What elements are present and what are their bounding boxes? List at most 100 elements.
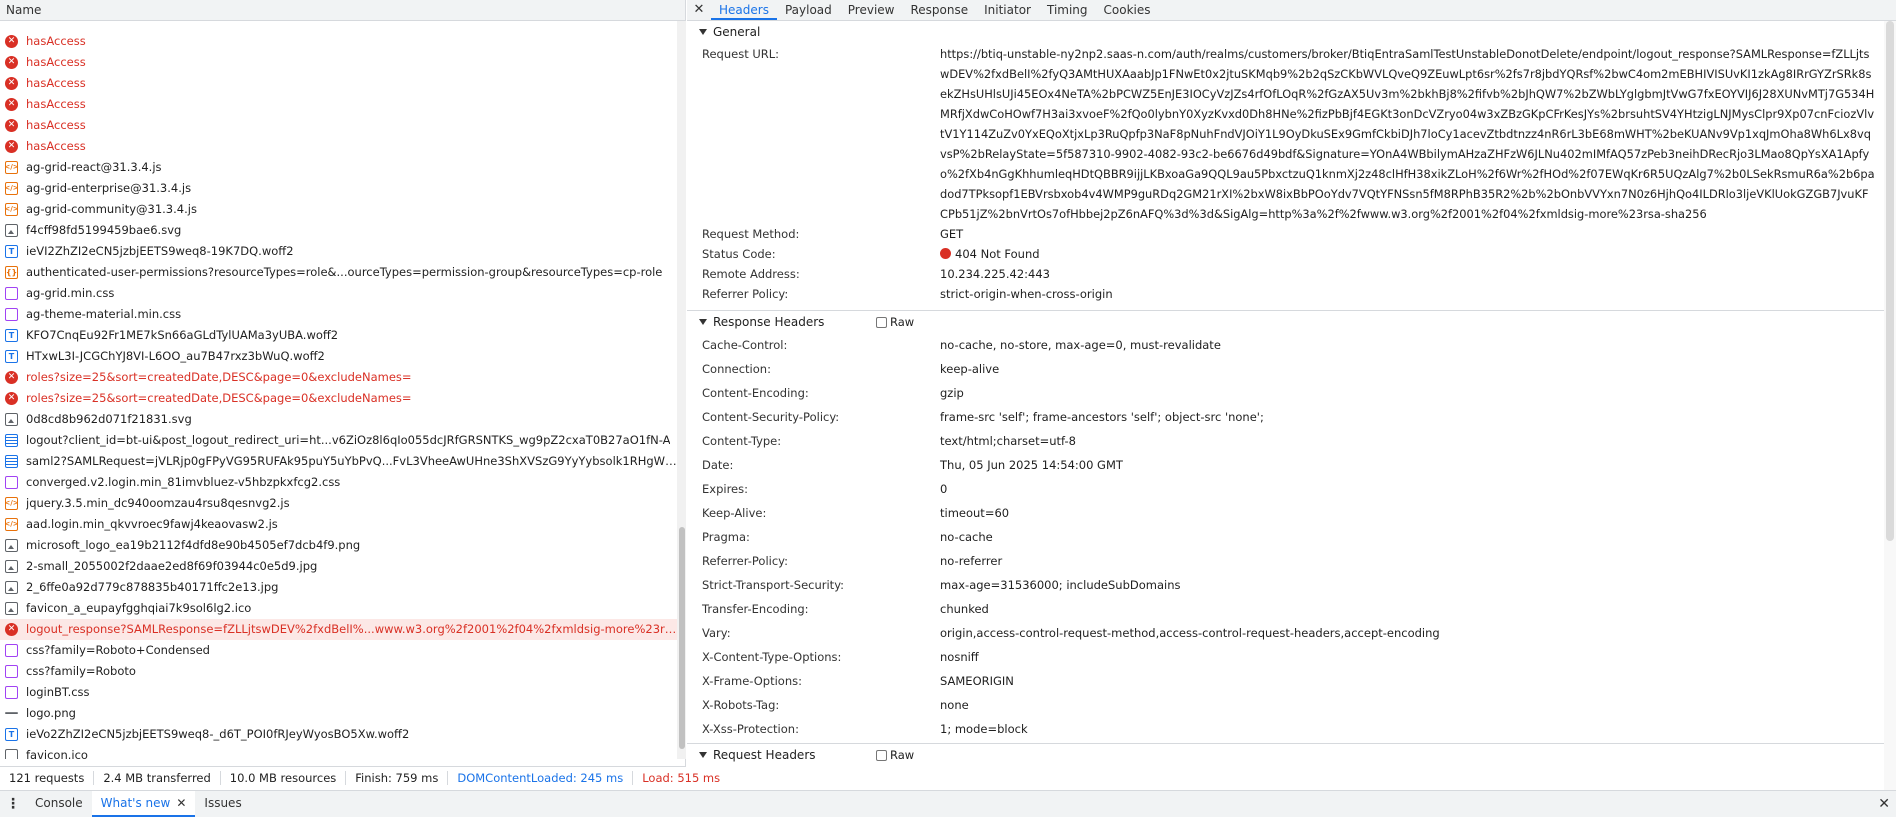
request-name: HTxwL3I-JCGChYJ8VI-L6OO_au7B47rxz3bWuQ.w… xyxy=(26,349,325,363)
request-name: roles?size=25&sort=createdDate,DESC&page… xyxy=(26,370,412,384)
request-name: logo.png xyxy=(26,706,76,720)
general-section: Request URL: https://btiq-unstable-ny2np… xyxy=(687,44,1884,304)
request-row[interactable]: </> jquery.3.5.min_dc940oomzau4rsu8qesnvg… xyxy=(0,493,677,514)
request-list[interactable]: ✕ hasAccess ✕ hasAccess ✕ hasAccess ✕ hasAccess… xyxy=(0,21,677,759)
response-header-row: Connection: keep-alive xyxy=(687,357,1884,381)
tab-response[interactable]: Response xyxy=(902,0,976,20)
request-row[interactable]: f4cff98fd5199459bae6.svg xyxy=(0,220,677,241)
error-icon: ✕ xyxy=(5,98,18,111)
response-header-row: Content-Type: text/html;charset=utf-8 xyxy=(687,429,1884,453)
request-row[interactable]: ✕ hasAccess xyxy=(0,31,677,52)
request-headers-raw-toggle[interactable]: Raw xyxy=(876,744,914,766)
request-row[interactable]: loginBT.css xyxy=(0,682,677,703)
request-row[interactable]: favicon.ico xyxy=(0,745,677,759)
request-row[interactable]: 2_6ffe0a92d779c878835b40171ffc2e13.jpg xyxy=(0,577,677,598)
response-header-row: Referrer-Policy: no-referrer xyxy=(687,549,1884,573)
tab-headers[interactable]: Headers xyxy=(711,0,777,20)
script-file-icon: </> xyxy=(4,182,19,195)
request-row[interactable]: {} authenticated-user-permissions?resourc… xyxy=(0,262,677,283)
request-row[interactable]: logout?client_id=bt-ui&post_logout_redir… xyxy=(0,430,677,451)
tab-initiator[interactable]: Initiator xyxy=(976,0,1039,20)
tab-payload[interactable]: Payload xyxy=(777,0,840,20)
response-header-value: frame-src 'self'; frame-ancestors 'self'… xyxy=(940,410,1264,424)
request-row[interactable]: </> aad.login.min_qkvvroec9fawj4keaovasw2… xyxy=(0,514,677,535)
tab-preview[interactable]: Preview xyxy=(840,0,903,20)
response-headers-raw-toggle[interactable]: Raw xyxy=(876,311,914,333)
general-section-title: General xyxy=(713,25,761,39)
summary-transferred: 2.4 MB transferred xyxy=(94,771,221,785)
raw-checkbox[interactable] xyxy=(876,317,887,328)
expand-triangle-icon xyxy=(699,752,707,758)
status-code-label: Status Code: xyxy=(702,247,776,261)
request-name: saml2?SAMLRequest=jVLRjp0gFPyVG95RUFAk95… xyxy=(26,454,677,468)
request-row[interactable]: saml2?SAMLRequest=jVLRjp0gFPyVG95RUFAk95… xyxy=(0,451,677,472)
remote-address-label: Remote Address: xyxy=(702,267,800,281)
request-row[interactable]: css?family=Roboto xyxy=(0,661,677,682)
request-row[interactable]: 0d8cd8b962d071f21831.svg xyxy=(0,409,677,430)
request-row[interactable]: ✕ roles?size=25&sort=createdDate,DESC&pag… xyxy=(0,388,677,409)
drawer-tab-console[interactable]: Console xyxy=(26,791,92,817)
drawer-tab-whats-new[interactable]: What's new ✕ xyxy=(91,791,196,817)
request-headers-section-header[interactable]: Request Headers Raw xyxy=(687,743,1884,766)
image-placeholder-icon: — xyxy=(4,705,19,721)
request-name: ieVo2ZhZI2eCN5jzbjEETS9weq8-_d6T_POI0fRJ… xyxy=(26,727,410,741)
request-row[interactable]: </> ag-grid-enterprise@31.3.4.js xyxy=(0,178,677,199)
request-name: ieVI2ZhZI2eCN5jzbjEETS9weq8-19K7DQ.woff2 xyxy=(26,244,294,258)
close-tab-icon[interactable]: ✕ xyxy=(176,796,186,810)
general-section-header[interactable]: General xyxy=(687,21,1884,44)
request-row[interactable]: ag-theme-material.min.css xyxy=(0,304,677,325)
request-method-value: GET xyxy=(940,227,964,241)
request-row[interactable]: css?family=Roboto+Condensed xyxy=(0,640,677,661)
request-list-pane: Name ✕ hasAccess ✕ hasAccess ✕ hasAccess ✕ hasA… xyxy=(0,0,686,770)
font-file-icon: T xyxy=(5,728,18,741)
tab-cookies[interactable]: Cookies xyxy=(1096,0,1159,20)
drawer-menu-icon[interactable]: ⋮ xyxy=(0,791,26,817)
request-row[interactable]: ✕ hasAccess xyxy=(0,52,677,73)
headers-view: General Request URL: https://btiq-unstab… xyxy=(687,21,1884,790)
response-header-name: Referrer-Policy: xyxy=(702,554,789,568)
error-icon: ✕ xyxy=(5,119,18,132)
raw-checkbox[interactable] xyxy=(876,750,887,761)
request-row[interactable]: microsoft_logo_ea19b2112f4dfd8e90b4505ef… xyxy=(0,535,677,556)
request-name: ag-grid-enterprise@31.3.4.js xyxy=(26,181,192,195)
close-drawer-icon[interactable]: ✕ xyxy=(1878,791,1890,817)
script-file-icon: </> xyxy=(4,518,19,531)
request-row[interactable]: — logo.png xyxy=(0,703,677,724)
network-summary-bar: 121 requests 2.4 MB transferred 10.0 MB re… xyxy=(0,766,720,789)
request-row[interactable]: TieVI2ZhZI2eCN5jzbjEETS9weq8-19K7DQ.woff… xyxy=(0,241,677,262)
request-row[interactable]: TieVo2ZhZI2eCN5jzbjEETS9weq8-_d6T_POI0fR… xyxy=(0,724,677,745)
close-details-icon[interactable]: ✕ xyxy=(687,0,711,20)
error-icon: ✕ xyxy=(5,77,18,90)
request-row[interactable]: ✕ hasAccess xyxy=(0,136,677,157)
request-row[interactable]: converged.v2.login.min_81imvbluez-v5hbzp… xyxy=(0,472,677,493)
details-scrollbar-thumb[interactable] xyxy=(1886,21,1894,541)
drawer-tab-issues[interactable]: Issues xyxy=(195,791,250,817)
request-row[interactable]: ✕ logout_response?SAMLResponse=fZLLjtswDE… xyxy=(0,619,677,640)
response-header-value: 0 xyxy=(940,482,948,496)
request-name: logout?client_id=bt-ui&post_logout_redir… xyxy=(26,433,671,447)
request-row[interactable]: 2-small_2055002f2daae2ed8f69f03944c0e5d9… xyxy=(0,556,677,577)
request-row[interactable]: T KFO7CnqEu92Fr1ME7kSn66aGLdTylUAMa3yUBA.… xyxy=(0,325,677,346)
response-header-value: max-age=31536000; includeSubDomains xyxy=(940,578,1181,592)
response-header-value: timeout=60 xyxy=(940,506,1010,520)
request-row[interactable]: </> ag-grid-react@31.3.4.js xyxy=(0,157,677,178)
response-headers-section-header[interactable]: Response Headers Raw xyxy=(687,310,1884,333)
request-row[interactable]: favicon_a_eupayfgghqiai7k9sol6lg2.ico xyxy=(0,598,677,619)
request-row[interactable]: ✕ hasAccess xyxy=(0,115,677,136)
request-row[interactable]: ag-grid.min.css xyxy=(0,283,677,304)
request-row[interactable]: ✕ hasAccess xyxy=(0,73,677,94)
response-header-name: Strict-Transport-Security: xyxy=(702,578,845,592)
request-list-scrollbar-thumb[interactable] xyxy=(679,527,685,749)
tab-timing[interactable]: Timing xyxy=(1039,0,1096,20)
image-file-icon xyxy=(5,413,18,426)
request-row[interactable]: </> ag-grid-community@31.3.4.js xyxy=(0,199,677,220)
request-name: logout_response?SAMLResponse=fZLLjtswDEV… xyxy=(26,622,677,636)
font-file-icon: T xyxy=(5,329,18,342)
request-row[interactable]: ✕ roles?size=25&sort=createdDate,DESC&pag… xyxy=(0,367,677,388)
name-column-header[interactable]: Name xyxy=(0,0,685,21)
status-code-value: 404 Not Found xyxy=(955,247,1040,261)
request-row[interactable]: ✕ hasAccess xyxy=(0,94,677,115)
request-name: css?family=Roboto xyxy=(26,664,136,678)
request-row[interactable]: T HTxwL3I-JCGChYJ8VI-L6OO_au7B47rxz3bWuQ.… xyxy=(0,346,677,367)
request-row-clipped[interactable] xyxy=(0,21,677,31)
